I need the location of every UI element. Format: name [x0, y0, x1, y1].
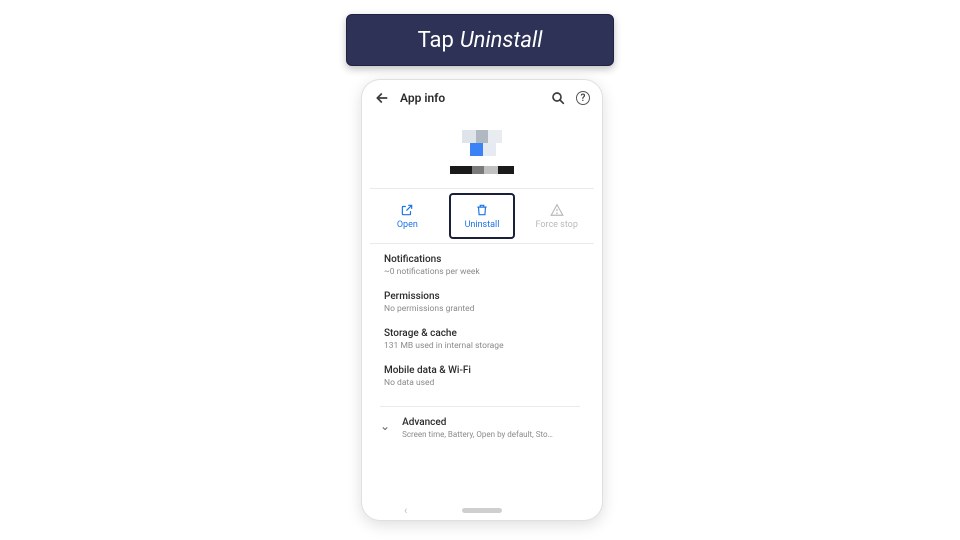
callout-emphasis: Uninstall: [460, 28, 543, 53]
system-nav-bar: ‹: [370, 500, 594, 520]
advanced-sub: Screen time, Battery, Open by default, S…: [402, 430, 553, 439]
setting-label: Notifications: [384, 254, 580, 265]
help-icon[interactable]: ?: [576, 91, 590, 105]
app-icon: [462, 130, 502, 156]
setting-sub: No data used: [384, 378, 580, 388]
settings-list: Notifications ~0 notifications per week …: [370, 244, 594, 500]
app-action-row: Open Uninstall Force stop: [370, 188, 594, 244]
phone-frame: App info ? Open Uninstall: [362, 80, 602, 520]
setting-data[interactable]: Mobile data & Wi-Fi No data used: [384, 365, 580, 388]
setting-permissions[interactable]: Permissions No permissions granted: [384, 291, 580, 314]
nav-home-pill[interactable]: [462, 508, 502, 513]
setting-label: Mobile data & Wi-Fi: [384, 365, 580, 376]
setting-label: Storage & cache: [384, 328, 580, 339]
callout-prefix: Tap: [418, 28, 454, 53]
setting-storage[interactable]: Storage & cache 131 MB used in internal …: [384, 328, 580, 351]
setting-sub: 131 MB used in internal storage: [384, 341, 580, 351]
chevron-down-icon: ⌄: [380, 419, 390, 433]
force-stop-button: Force stop: [519, 189, 594, 243]
setting-notifications[interactable]: Notifications ~0 notifications per week: [384, 254, 580, 277]
open-button[interactable]: Open: [370, 189, 445, 243]
force-stop-label: Force stop: [535, 220, 577, 230]
search-icon[interactable]: [550, 90, 566, 106]
back-arrow-icon[interactable]: [374, 90, 390, 106]
instruction-callout: Tap Uninstall: [346, 14, 614, 66]
uninstall-label: Uninstall: [465, 220, 500, 230]
page-title: App info: [400, 91, 540, 105]
advanced-label: Advanced: [402, 417, 553, 428]
app-icon-area: [370, 130, 594, 174]
setting-sub: No permissions granted: [384, 304, 580, 314]
setting-label: Permissions: [384, 291, 580, 302]
setting-sub: ~0 notifications per week: [384, 267, 580, 277]
app-top-bar: App info ?: [370, 86, 594, 110]
app-name-redacted: [450, 166, 514, 174]
uninstall-button[interactable]: Uninstall: [445, 189, 520, 243]
advanced-row[interactable]: ⌄ Advanced Screen time, Battery, Open by…: [380, 406, 580, 439]
open-label: Open: [397, 220, 418, 230]
nav-back-icon[interactable]: ‹: [404, 504, 407, 517]
